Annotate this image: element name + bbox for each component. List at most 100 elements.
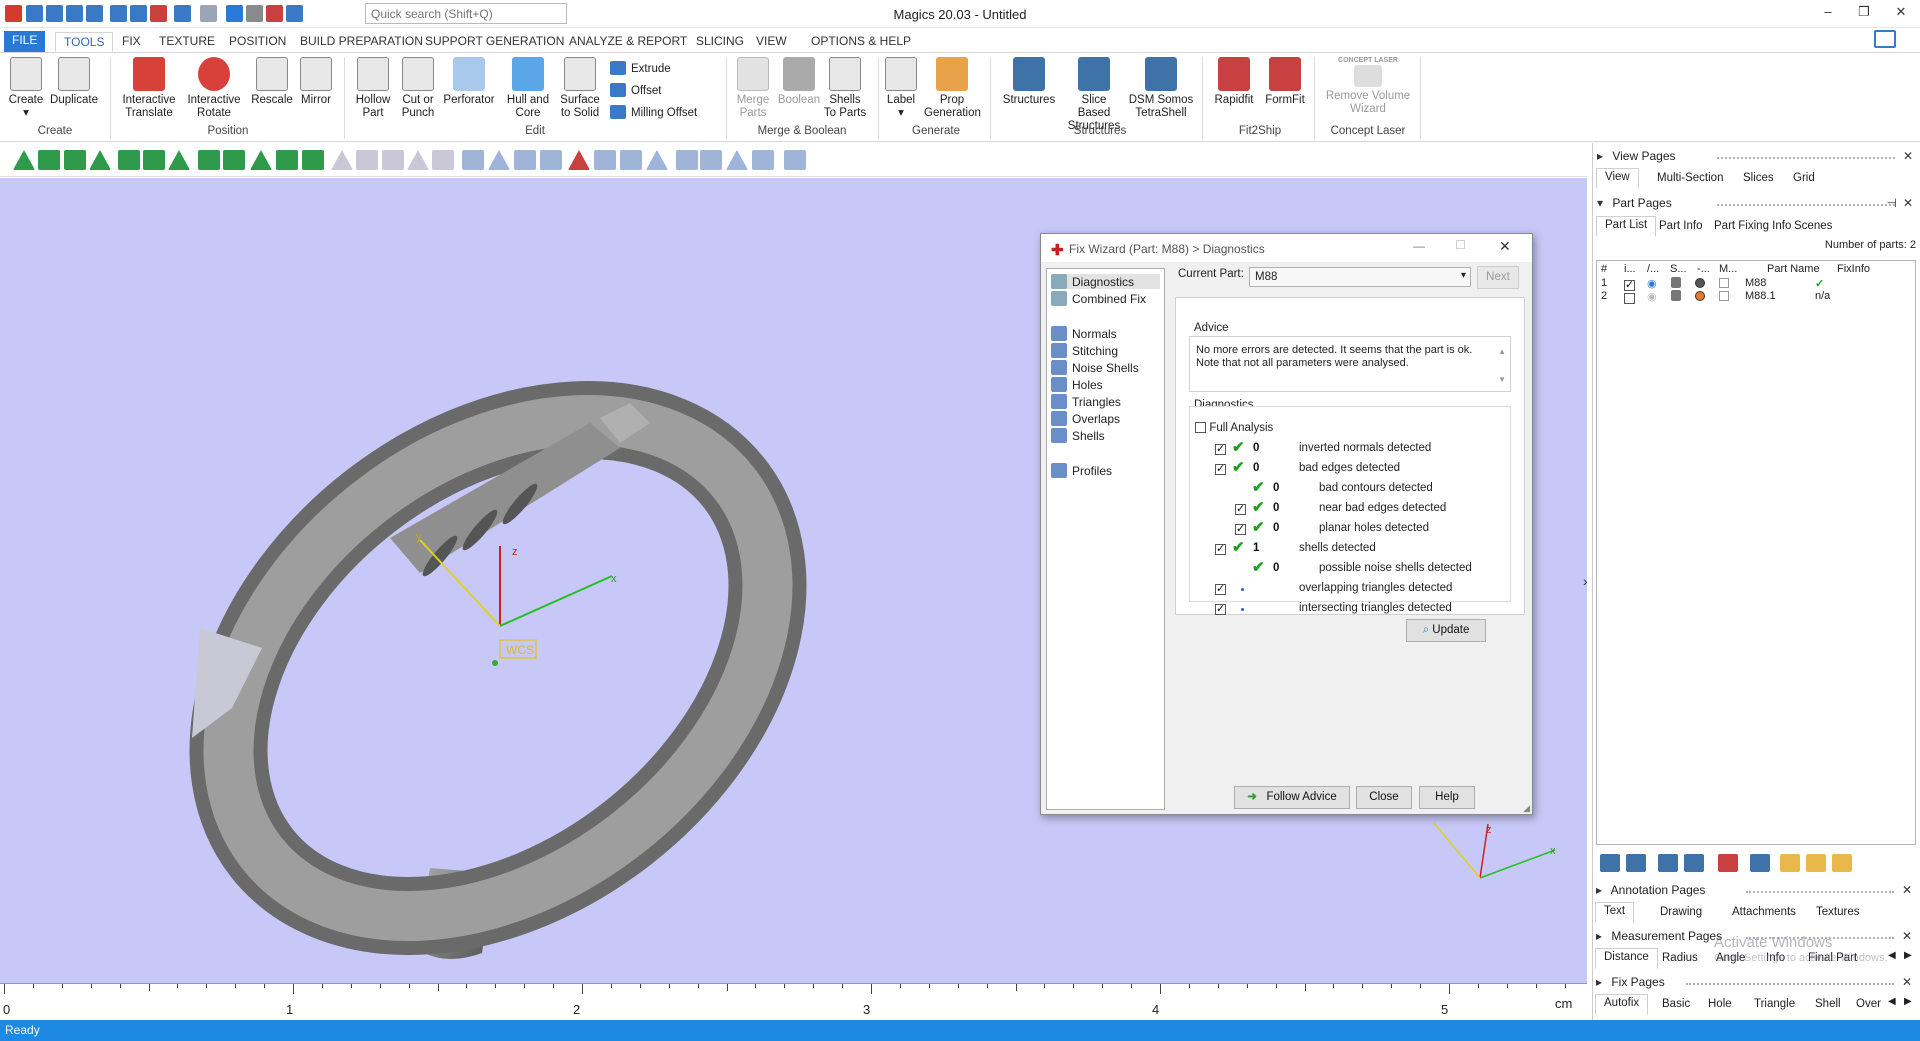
mark-triangle-icon[interactable] bbox=[462, 150, 484, 170]
table-row[interactable]: 2 ◉ M88.1 n/a bbox=[1597, 290, 1915, 304]
tab-autofix[interactable]: Autofix bbox=[1595, 994, 1649, 1015]
surface-to-solid-button[interactable]: Surface to Solid bbox=[558, 57, 602, 120]
group-icon[interactable] bbox=[1750, 854, 1770, 872]
view-front-icon[interactable] bbox=[331, 150, 353, 170]
annotation-pages-header[interactable]: ▸ Annotation Pages ✕ bbox=[1596, 883, 1916, 901]
tab-textures[interactable]: Textures bbox=[1808, 904, 1867, 920]
help-button[interactable]: Help bbox=[1419, 786, 1475, 809]
dialog-maximize-icon[interactable]: ☐ bbox=[1455, 238, 1466, 252]
boolean-button[interactable]: Boolean bbox=[776, 57, 822, 107]
follow-advice-button[interactable]: ➜ Follow Advice bbox=[1234, 786, 1350, 809]
unmark-all-icon[interactable] bbox=[594, 150, 616, 170]
dialog-minimize-icon[interactable]: — bbox=[1413, 239, 1425, 253]
diagnostic-checkbox[interactable] bbox=[1215, 442, 1226, 455]
diagnostic-checkbox[interactable] bbox=[1215, 462, 1226, 475]
tab-support-generation[interactable]: SUPPORT GENERATION bbox=[417, 32, 572, 52]
tab-scroll-left-icon[interactable]: ◀ bbox=[1888, 996, 1896, 1007]
delete-part-icon[interactable] bbox=[1718, 854, 1738, 872]
update-button[interactable]: ⌕ Update bbox=[1406, 619, 1486, 642]
column-header[interactable]: S... bbox=[1670, 263, 1687, 275]
nav-overlaps[interactable]: Overlaps bbox=[1051, 411, 1120, 426]
mark-plane-icon[interactable] bbox=[488, 150, 510, 170]
minimize-icon[interactable]: – bbox=[1816, 4, 1840, 22]
spring-part-model[interactable] bbox=[132, 318, 863, 983]
mark-erase-icon[interactable] bbox=[784, 150, 806, 170]
close-button[interactable]: Close bbox=[1356, 786, 1412, 809]
splitter-handle[interactable]: › bbox=[1583, 573, 1587, 589]
tab-attachments[interactable]: Attachments bbox=[1724, 904, 1804, 920]
material-icon[interactable] bbox=[1719, 278, 1729, 288]
diagnostic-checkbox[interactable] bbox=[1215, 602, 1226, 615]
column-header[interactable]: i... bbox=[1624, 263, 1636, 275]
tab-tools[interactable]: TOOLS bbox=[55, 32, 114, 52]
diagnostic-checkbox[interactable] bbox=[1215, 542, 1226, 555]
nav-noise-shells[interactable]: Noise Shells bbox=[1051, 360, 1139, 375]
select-shell-icon[interactable] bbox=[89, 150, 111, 170]
tab-scroll-right-icon[interactable]: ▶ bbox=[1904, 996, 1912, 1007]
material-icon[interactable] bbox=[1719, 291, 1729, 301]
resize-grip-icon[interactable]: ◢ bbox=[1523, 803, 1530, 814]
tab-position[interactable]: POSITION bbox=[221, 32, 294, 52]
mark-surface-icon[interactable] bbox=[514, 150, 536, 170]
tab-view-page[interactable]: View bbox=[1596, 168, 1639, 189]
shading-icon[interactable] bbox=[1671, 290, 1681, 301]
select-parts-icon[interactable] bbox=[1626, 854, 1646, 872]
mark-shell-icon[interactable] bbox=[540, 150, 562, 170]
current-part-select[interactable]: M88 ▾ bbox=[1249, 267, 1471, 287]
part-pages-header[interactable]: ▾ Part Pages ⊣ ✕ bbox=[1597, 196, 1917, 214]
tab-analyze-report[interactable]: ANALYZE & REPORT bbox=[561, 32, 695, 52]
tab-fix[interactable]: FIX bbox=[114, 32, 149, 52]
tab-multi-section[interactable]: Multi-Section bbox=[1649, 170, 1731, 186]
hollow-part-button[interactable]: Hollow Part bbox=[350, 57, 396, 120]
shading-icon[interactable] bbox=[1671, 277, 1681, 288]
tab-grid[interactable]: Grid bbox=[1785, 170, 1823, 186]
duplicate-button[interactable]: Duplicate bbox=[48, 57, 100, 107]
extrude-button[interactable]: Extrude bbox=[610, 61, 671, 75]
select-box-icon[interactable] bbox=[118, 150, 140, 170]
nav-triangles[interactable]: Triangles bbox=[1051, 394, 1121, 409]
structures-button[interactable]: Structures bbox=[996, 57, 1062, 107]
close-icon[interactable]: ✕ bbox=[1903, 196, 1913, 210]
slice-based-structures-button[interactable]: Slice Based Structures bbox=[1064, 57, 1124, 133]
select-region-icon[interactable] bbox=[198, 150, 220, 170]
cut-or-punch-button[interactable]: Cut or Punch bbox=[398, 57, 438, 120]
close-icon[interactable]: ✕ bbox=[1902, 975, 1912, 989]
dialog-close-icon[interactable]: ✕ bbox=[1499, 238, 1511, 255]
column-header[interactable]: Part Name bbox=[1767, 263, 1820, 275]
nav-diagnostics[interactable]: Diagnostics bbox=[1051, 274, 1160, 289]
select-surface-icon[interactable] bbox=[64, 150, 86, 170]
view-back-icon[interactable] bbox=[356, 150, 378, 170]
tab-triangle[interactable]: Triangle bbox=[1746, 996, 1803, 1012]
part-color-icon[interactable] bbox=[1695, 278, 1705, 288]
remove-volume-wizard-button[interactable]: CONCEPT LASER Remove Volume Wizard bbox=[1320, 57, 1416, 116]
mark-flip-icon[interactable] bbox=[700, 150, 722, 170]
fix-pages-header[interactable]: ▸ Fix Pages ✕ bbox=[1596, 975, 1916, 993]
view-top-icon[interactable] bbox=[382, 150, 404, 170]
select-triangle-icon[interactable] bbox=[13, 150, 35, 170]
diagnostic-checkbox[interactable] bbox=[1235, 522, 1246, 535]
tab-basic[interactable]: Basic bbox=[1654, 996, 1698, 1012]
scroll-down-icon[interactable]: ▼ bbox=[1498, 375, 1506, 384]
dsm-somos-tetrashell-button[interactable]: DSM Somos TetraShell bbox=[1128, 57, 1194, 120]
merge-parts-button[interactable]: Merge Parts bbox=[730, 57, 776, 120]
shrink-selection-icon[interactable] bbox=[250, 150, 272, 170]
column-header[interactable]: FixInfo bbox=[1837, 263, 1870, 275]
mark-contour-icon[interactable] bbox=[620, 150, 642, 170]
label-button[interactable]: Label ▾ bbox=[882, 57, 920, 120]
tab-radius[interactable]: Radius bbox=[1654, 950, 1706, 966]
tab-shell[interactable]: Shell bbox=[1807, 996, 1849, 1012]
eye-icon[interactable]: ◉ bbox=[1647, 290, 1657, 303]
formfit-button[interactable]: FormFit bbox=[1262, 57, 1308, 107]
table-row[interactable]: 1 ◉ M88 ✓ bbox=[1597, 277, 1915, 291]
rapidfit-button[interactable]: Rapidfit bbox=[1208, 57, 1260, 107]
tab-scenes[interactable]: Scenes bbox=[1786, 218, 1840, 234]
tab-slicing[interactable]: SLICING bbox=[688, 32, 752, 52]
scroll-up-icon[interactable]: ▲ bbox=[1498, 347, 1506, 356]
view-pages-header[interactable]: ▸ View Pages ✕ bbox=[1597, 149, 1917, 167]
create-button[interactable]: Create ▾ bbox=[4, 57, 48, 120]
column-header[interactable]: M... bbox=[1719, 263, 1737, 275]
load-part-icon[interactable] bbox=[1658, 854, 1678, 872]
tab-text[interactable]: Text bbox=[1595, 902, 1635, 923]
checkbox[interactable] bbox=[1195, 422, 1206, 433]
nav-normals[interactable]: Normals bbox=[1051, 326, 1117, 341]
